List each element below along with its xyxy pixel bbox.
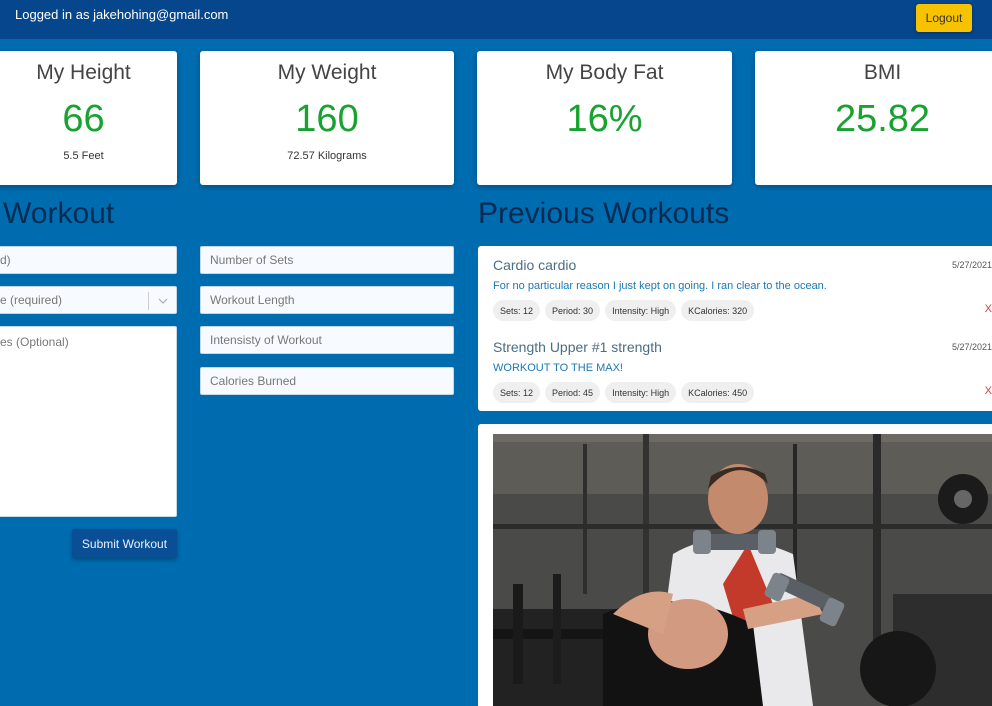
workout-description: For no particular reason I just kept on … — [493, 280, 827, 292]
workout-description: WORKOUT TO THE MAX! — [493, 362, 623, 374]
previous-workouts-list: Cardio cardio 5/27/2021 For no particula… — [478, 246, 992, 411]
sets-input[interactable]: Number of Sets — [200, 246, 454, 274]
chevron-down-icon[interactable] — [148, 292, 176, 310]
workout-item: Cardio cardio 5/27/2021 For no particula… — [493, 257, 992, 337]
workout-notes-textarea[interactable]: es (Optional) — [0, 326, 177, 517]
workout-title: Strength Upper #1 strength — [493, 339, 662, 355]
period-chip: Period: 30 — [545, 300, 601, 321]
calories-input[interactable]: Calories Burned — [200, 367, 454, 395]
submit-workout-button[interactable]: Submit Workout — [72, 529, 177, 558]
bmi-title: BMI — [863, 61, 902, 84]
logged-in-label: Logged in as jakehohing@gmail.com — [15, 7, 229, 22]
workout-item: Strength Upper #1 strength 5/27/2021 WOR… — [493, 339, 992, 411]
workout-type-select[interactable]: e (required) — [0, 286, 177, 314]
workout-date: 5/27/2021 — [951, 260, 992, 270]
gym-photo — [493, 434, 992, 706]
previous-workouts-heading: Previous Workouts — [478, 197, 730, 230]
workout-chips: Sets: 12 Period: 45 Intensity: High KCal… — [493, 382, 755, 403]
weight-title: My Weight — [277, 61, 377, 84]
workout-name-input[interactable]: d) — [0, 246, 177, 274]
height-title: My Height — [36, 61, 131, 84]
height-value: 66 — [62, 98, 105, 140]
bodyfat-title: My Body Fat — [545, 61, 664, 84]
workout-date: 5/27/2021 — [951, 342, 992, 352]
delete-workout-button[interactable]: X — [985, 385, 992, 397]
motivation-image-card — [478, 424, 992, 706]
workout-title: Cardio cardio — [493, 257, 577, 273]
period-chip: Period: 45 — [545, 382, 601, 403]
weight-card: My Weight 160 72.57 Kilograms — [200, 51, 454, 185]
bmi-value: 25.82 — [834, 98, 931, 140]
top-navbar: Logged in as jakehohing@gmail.com Logout — [0, 0, 992, 39]
logout-button[interactable]: Logout — [916, 4, 972, 32]
workout-type-placeholder: e (required) — [0, 293, 63, 307]
sets-chip: Sets: 12 — [493, 300, 541, 321]
delete-workout-button[interactable]: X — [985, 303, 992, 315]
weight-subtext: 72.57 Kilograms — [287, 150, 367, 162]
height-card: My Height 66 5.5 Feet — [0, 51, 177, 185]
kcalories-chip: KCalories: 450 — [681, 382, 755, 403]
bodyfat-card: My Body Fat 16% — [477, 51, 732, 185]
add-workout-heading: Workout — [3, 197, 115, 230]
height-subtext: 5.5 Feet — [63, 150, 104, 162]
intensity-chip: Intensity: High — [605, 382, 677, 403]
kcalories-chip: KCalories: 320 — [681, 300, 755, 321]
bmi-card: BMI 25.82 — [755, 51, 992, 185]
bodyfat-value: 16% — [566, 98, 643, 140]
workout-chips: Sets: 12 Period: 30 Intensity: High KCal… — [493, 300, 755, 321]
intensity-input[interactable]: Intensisty of Workout — [200, 326, 454, 354]
sets-chip: Sets: 12 — [493, 382, 541, 403]
intensity-chip: Intensity: High — [605, 300, 677, 321]
weight-value: 160 — [295, 98, 359, 140]
workout-length-input[interactable]: Workout Length — [200, 286, 454, 314]
